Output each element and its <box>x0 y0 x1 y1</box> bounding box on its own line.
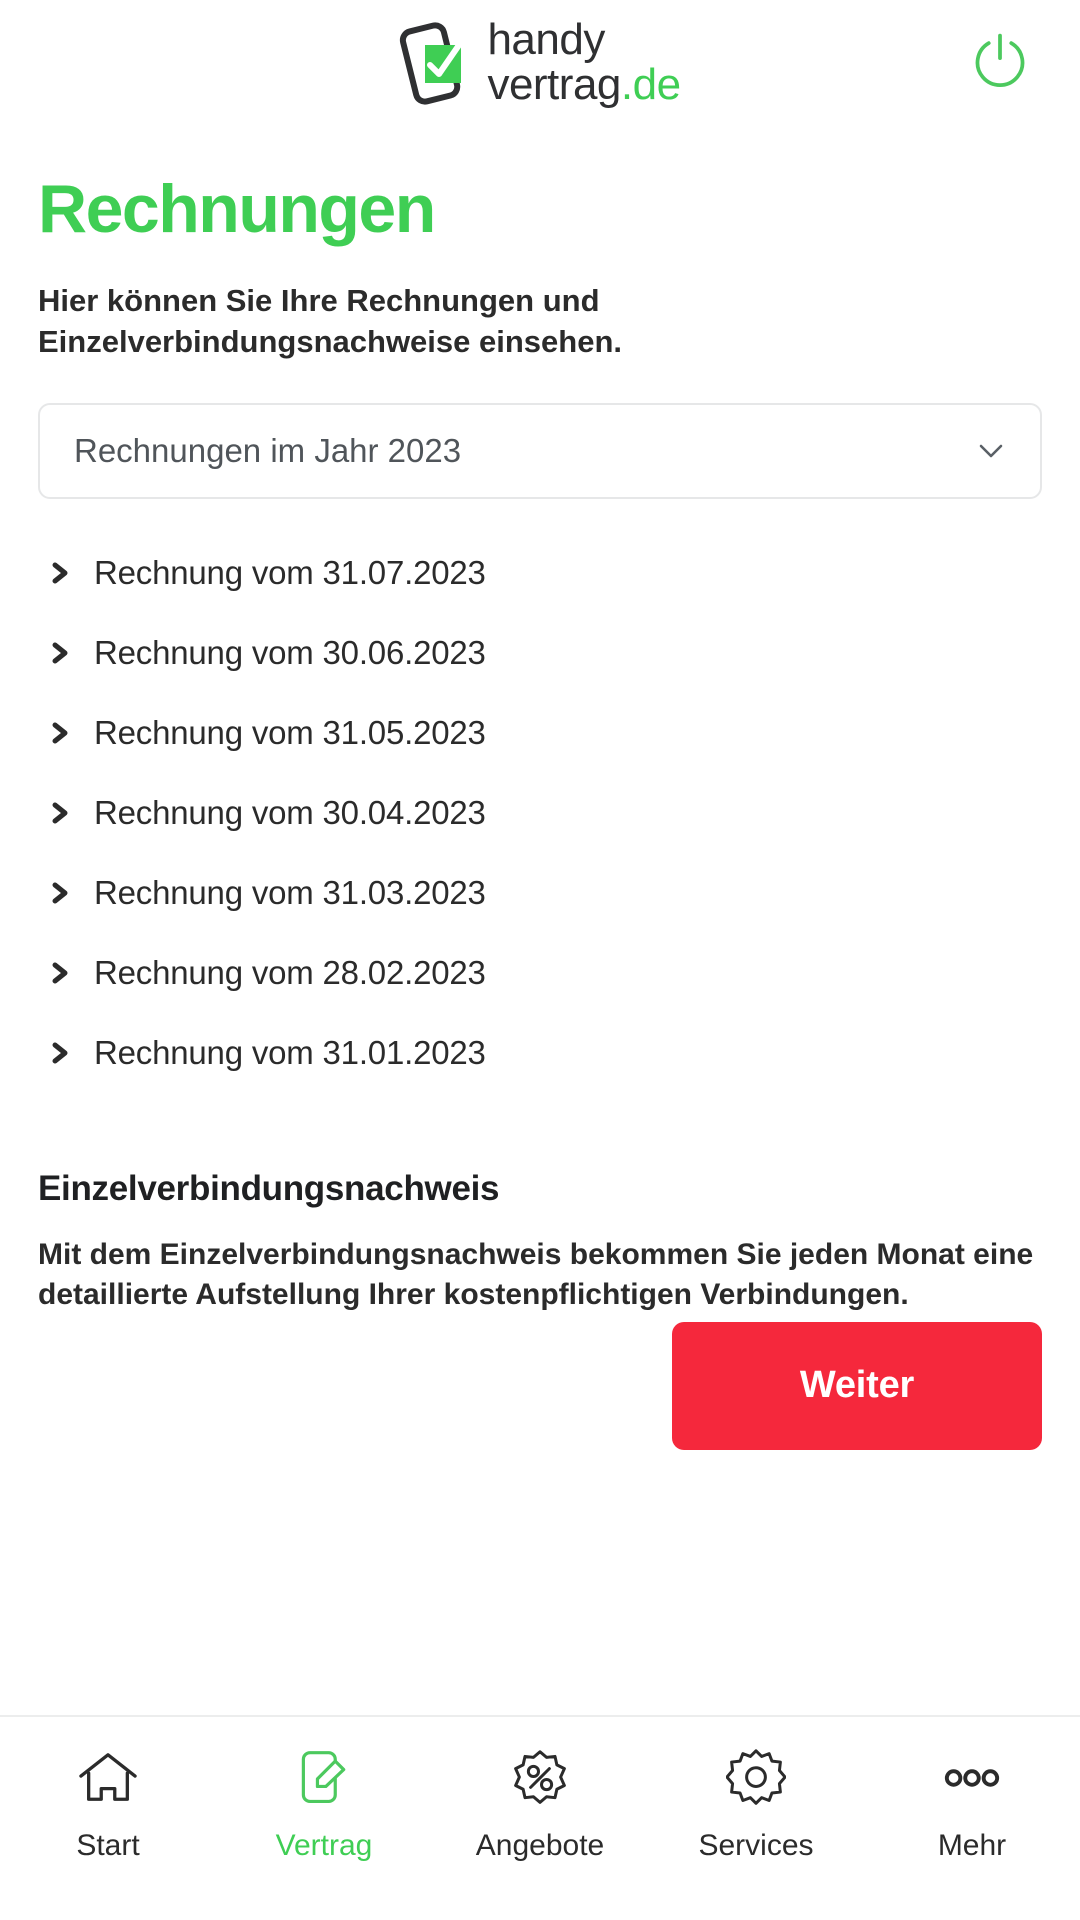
list-item[interactable]: Rechnung vom 31.01.2023 <box>38 1013 1042 1093</box>
nav-item-mehr[interactable]: Mehr <box>864 1745 1080 1863</box>
page-content: Rechnungen Hier können Sie Ihre Rechnung… <box>0 175 1080 1450</box>
chevron-right-icon <box>50 1040 72 1066</box>
list-item-label: Rechnung vom 31.07.2023 <box>94 553 486 591</box>
nav-item-angebote[interactable]: Angebote <box>432 1745 648 1863</box>
brand-suffix: .de <box>620 59 681 109</box>
chevron-down-icon <box>976 436 1006 466</box>
chevron-right-icon <box>50 800 72 826</box>
list-item-label: Rechnung vom 31.05.2023 <box>94 713 486 751</box>
contract-edit-icon <box>294 1745 354 1811</box>
nav-item-services[interactable]: Services <box>648 1745 864 1863</box>
evn-title: Einzelverbindungsnachweis <box>38 1168 500 1208</box>
list-item-label: Rechnung vom 31.01.2023 <box>94 1033 486 1071</box>
bottom-navigation: Start Vertrag Angebote Services Mehr <box>0 1715 1080 1920</box>
nav-item-vertrag[interactable]: Vertrag <box>216 1745 432 1863</box>
weiter-button[interactable]: Weiter <box>672 1321 1042 1450</box>
list-item[interactable]: Rechnung vom 28.02.2023 <box>38 933 1042 1013</box>
invoice-list: Rechnung vom 31.07.2023 Rechnung vom 30.… <box>38 533 1042 1093</box>
brand-line-1: handy <box>487 14 605 64</box>
home-icon <box>77 1745 139 1811</box>
page-title: Rechnungen <box>38 171 436 247</box>
chevron-right-icon <box>50 720 72 746</box>
nav-label: Vertrag <box>275 1829 373 1862</box>
chevron-right-icon <box>50 640 72 666</box>
list-item-label: Rechnung vom 31.03.2023 <box>94 873 486 911</box>
chevron-right-icon <box>50 560 72 586</box>
app-screen: handy vertrag.de Rechnungen Hier können … <box>0 0 1080 1920</box>
chevron-right-icon <box>50 880 72 906</box>
list-item[interactable]: Rechnung vom 30.04.2023 <box>38 773 1042 853</box>
brand-line-2: vertrag <box>487 59 621 109</box>
phone-check-icon <box>399 21 465 105</box>
evn-description: Mit dem Einzelverbindungsnachweis bekomm… <box>38 1237 1034 1312</box>
app-header: handy vertrag.de <box>0 0 1080 125</box>
brand-wordmark: handy vertrag.de <box>487 14 681 109</box>
list-item[interactable]: Rechnung vom 31.05.2023 <box>38 693 1042 773</box>
nav-label: Services <box>698 1829 814 1862</box>
nav-label: Mehr <box>937 1829 1007 1862</box>
logout-button[interactable] <box>968 30 1032 94</box>
list-item[interactable]: Rechnung vom 30.06.2023 <box>38 613 1042 693</box>
percent-badge-icon <box>510 1745 570 1811</box>
brand-logo[interactable]: handy vertrag.de <box>399 14 681 109</box>
ellipsis-icon <box>941 1745 1003 1811</box>
page-subtitle: Hier können Sie Ihre Rechnungen und Einz… <box>38 283 623 359</box>
list-item-label: Rechnung vom 30.06.2023 <box>94 633 486 671</box>
nav-label: Angebote <box>475 1829 605 1862</box>
evn-section: Einzelverbindungsnachweis Mit dem Einzel… <box>38 1169 1042 1450</box>
chevron-right-icon <box>50 960 72 986</box>
list-item-label: Rechnung vom 30.04.2023 <box>94 793 486 831</box>
year-select[interactable]: Rechnungen im Jahr 2023 <box>38 402 1042 499</box>
list-item[interactable]: Rechnung vom 31.07.2023 <box>38 533 1042 613</box>
power-icon <box>970 30 1030 95</box>
nav-label: Start <box>76 1829 140 1862</box>
list-item-label: Rechnung vom 28.02.2023 <box>94 953 486 991</box>
nav-item-start[interactable]: Start <box>0 1745 216 1863</box>
gear-icon <box>726 1745 786 1811</box>
year-select-value: Rechnungen im Jahr 2023 <box>74 431 462 469</box>
list-item[interactable]: Rechnung vom 31.03.2023 <box>38 853 1042 933</box>
evn-cta-row: Weiter <box>38 1321 1042 1450</box>
